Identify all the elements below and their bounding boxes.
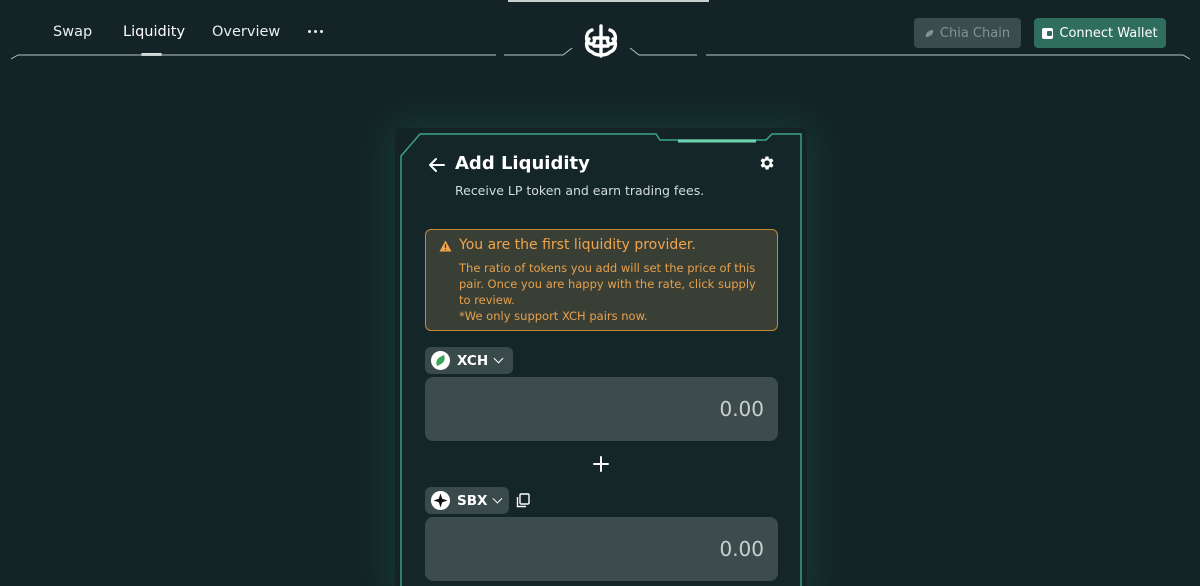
chia-leaf-icon	[924, 29, 935, 37]
sbx-token-icon	[431, 491, 450, 510]
token-b-amount-input[interactable]	[464, 529, 764, 569]
card-subtitle: Receive LP token and earn trading fees.	[455, 183, 705, 198]
xch-token-icon	[431, 351, 450, 370]
token-b-symbol: SBX	[457, 492, 488, 509]
warning-body: The ratio of tokens you add will set the…	[459, 260, 769, 324]
token-b-select[interactable]: SBX	[425, 487, 509, 514]
connect-wallet-button[interactable]: Connect Wallet	[1034, 18, 1166, 48]
warning-line: pair. Once you are happy with the rate, …	[459, 277, 756, 291]
gear-icon[interactable]	[758, 154, 776, 172]
wallet-icon	[1042, 27, 1054, 39]
chevron-down-icon	[493, 353, 504, 364]
card-title: Add Liquidity	[455, 153, 590, 174]
first-provider-warning: You are the first liquidity provider. Th…	[425, 229, 778, 331]
copy-icon[interactable]	[516, 493, 530, 508]
token-a-amount-box	[425, 377, 778, 441]
warning-line: to review.	[459, 293, 515, 307]
warning-title: You are the first liquidity provider.	[459, 237, 696, 253]
token-b-amount-box	[425, 517, 778, 581]
app-page: Swap Liquidity Overview Chia Chain Conne…	[0, 0, 1200, 586]
chia-chain-button[interactable]: Chia Chain	[914, 18, 1021, 48]
tibetswap-logo-icon[interactable]	[582, 22, 620, 60]
plus-icon	[593, 456, 609, 472]
token-a-select[interactable]: XCH	[425, 347, 513, 374]
warning-line: The ratio of tokens you add will set the…	[459, 261, 756, 275]
warning-triangle-icon	[439, 240, 452, 252]
chevron-down-icon	[492, 493, 503, 504]
token-a-amount-input[interactable]	[464, 389, 764, 429]
connect-wallet-label: Connect Wallet	[1059, 25, 1158, 41]
warning-line: *We only support XCH pairs now.	[459, 309, 648, 323]
chia-chain-label: Chia Chain	[939, 25, 1011, 41]
token-a-symbol: XCH	[457, 352, 489, 369]
arrow-left-icon[interactable]	[427, 155, 447, 175]
